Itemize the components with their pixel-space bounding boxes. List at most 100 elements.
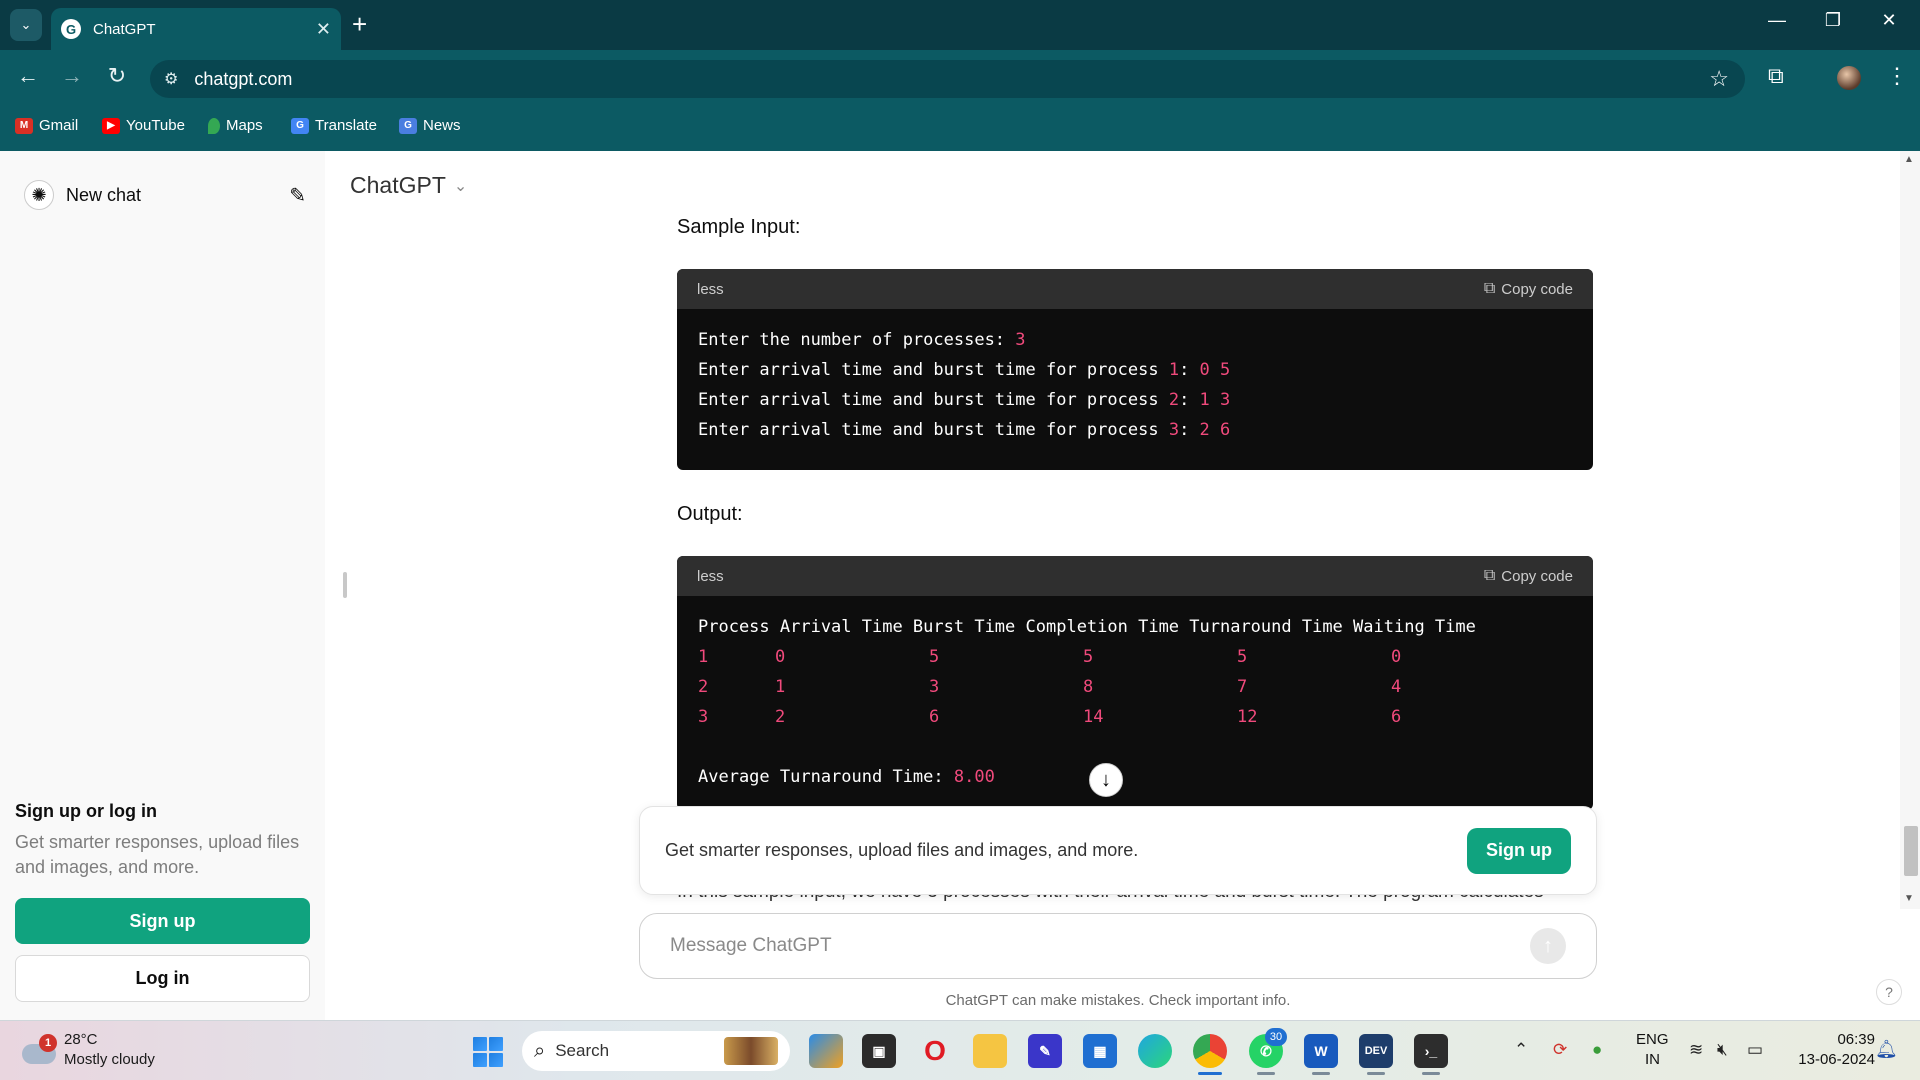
code-language: less: [697, 567, 724, 585]
sync-icon[interactable]: ⟳: [1553, 1040, 1567, 1060]
reload-icon[interactable]: ↻: [101, 63, 133, 89]
chevron-down-icon: ⌄: [453, 177, 468, 195]
tab-search-button[interactable]: ⌄: [10, 9, 42, 41]
bookmarks-bar: [0, 108, 1920, 151]
chatgpt-favicon-icon: G: [61, 19, 81, 39]
search-highlight-image: [724, 1037, 778, 1065]
bookmark-label: Translate: [315, 117, 377, 134]
new-tab-button[interactable]: +: [352, 10, 367, 38]
copy-code-button[interactable]: ⧉ Copy code: [1484, 280, 1573, 298]
new-chat-button[interactable]: ✺ New chat ✎: [24, 176, 306, 214]
code-block-output: less ⧉ Copy code Process Arrival Time Bu…: [677, 556, 1593, 810]
code-language: less: [697, 280, 724, 298]
scrollbar-thumb[interactable]: [1904, 826, 1918, 876]
bookmark-maps[interactable]: Maps: [208, 117, 263, 134]
new-chat-label: New chat: [66, 184, 142, 205]
minimize-icon[interactable]: —: [1762, 10, 1792, 31]
copilot-icon[interactable]: [809, 1034, 843, 1068]
bookmark-gmail[interactable]: M Gmail: [15, 117, 78, 134]
notifications-bell-icon[interactable]: 🔔︎: [1875, 1039, 1898, 1060]
edge-icon[interactable]: [1138, 1034, 1172, 1068]
table-row: 105550: [698, 647, 1402, 667]
bookmark-youtube[interactable]: ▶ YouTube: [102, 117, 185, 134]
signup-prompt-button[interactable]: Sign up: [1467, 827, 1571, 874]
output-heading: Output:: [677, 503, 743, 525]
address-bar[interactable]: ⚙ chatgpt.com ☆: [150, 60, 1745, 98]
table-row: 3 2 6 14 12 6: [698, 707, 1402, 727]
browser-tab[interactable]: G ChatGPT ✕: [51, 8, 341, 50]
forward-icon[interactable]: →: [56, 63, 88, 89]
terminal-icon[interactable]: ›_: [1414, 1034, 1448, 1068]
bookmark-star-icon[interactable]: ☆: [1709, 66, 1729, 92]
scroll-down-arrow-icon[interactable]: ▼: [1904, 893, 1914, 904]
code-content: Enter the number of processes: 3 Enter ar…: [677, 309, 1593, 461]
close-window-icon[interactable]: ✕: [1874, 10, 1904, 31]
show-hidden-icons-chevron-icon[interactable]: ⌃: [1514, 1040, 1528, 1060]
weather-description: Mostly cloudy: [64, 1051, 155, 1068]
disclaimer: ChatGPT can make mistakes. Check importa…: [945, 992, 1291, 1009]
compose-icon[interactable]: ✎: [289, 183, 306, 208]
dev-running-indicator: [1367, 1072, 1385, 1075]
help-button[interactable]: ?: [1876, 979, 1902, 1005]
copy-code-button[interactable]: ⧉ Copy code: [1484, 567, 1573, 585]
code-line: Enter arrival time and burst time for pr…: [698, 420, 1231, 440]
pen-app-icon[interactable]: ✎: [1028, 1034, 1062, 1068]
table-header: Process Arrival Time Burst Time Completi…: [698, 617, 1476, 637]
send-arrow-icon[interactable]: ↑: [1530, 928, 1566, 964]
news-icon: G: [399, 117, 417, 134]
file-explorer-icon[interactable]: [973, 1034, 1007, 1068]
back-icon[interactable]: ←: [12, 63, 44, 89]
translate-icon: G: [291, 117, 309, 134]
weather-widget[interactable]: 1: [22, 1034, 57, 1064]
bookmark-label: Gmail: [39, 117, 79, 134]
start-button[interactable]: [473, 1037, 503, 1067]
message-input[interactable]: [670, 935, 1530, 957]
close-tab-icon[interactable]: ✕: [316, 19, 331, 40]
avatar[interactable]: [1837, 66, 1861, 90]
weather-temperature: 28°C: [64, 1031, 98, 1048]
copy-code-label: Copy code: [1501, 280, 1573, 298]
clock-time[interactable]: 06:39: [1795, 1031, 1875, 1048]
scroll-to-bottom-button[interactable]: ↓: [1089, 763, 1123, 797]
url-text: chatgpt.com: [194, 68, 293, 89]
signup-description: Get smarter responses, upload files and …: [15, 832, 300, 877]
windows-logo-icon: [473, 1037, 487, 1051]
taskbar-search-label: Search: [555, 1041, 610, 1060]
sidebar-login-button[interactable]: Log in: [15, 955, 310, 1002]
extensions-icon[interactable]: ⧉: [1768, 63, 1784, 89]
code-content: Process Arrival Time Burst Time Completi…: [677, 596, 1593, 808]
language-region: IN: [1645, 1051, 1660, 1068]
copy-icon: ⧉: [1483, 280, 1496, 297]
sidebar-signup-button[interactable]: Sign up: [15, 898, 310, 944]
model-selector[interactable]: ChatGPT ⌄: [350, 172, 467, 199]
site-info-icon[interactable]: ⚙: [164, 69, 178, 89]
sidebar: [0, 151, 325, 1020]
chrome-icon[interactable]: [1193, 1034, 1227, 1068]
browser-menu-icon[interactable]: ⋮: [1886, 63, 1908, 89]
sample-input-heading: Sample Input:: [677, 216, 801, 238]
taskbar-search[interactable]: ⌕ Search: [522, 1031, 790, 1071]
clock-date[interactable]: 13-06-2024: [1785, 1051, 1875, 1068]
restore-icon[interactable]: ❐: [1818, 10, 1848, 31]
store-icon[interactable]: ▦: [1083, 1034, 1117, 1068]
word-icon[interactable]: W: [1304, 1034, 1338, 1068]
volume-muted-icon[interactable]: 🔇︎: [1717, 1040, 1728, 1060]
scrollbar[interactable]: [1900, 151, 1920, 909]
gmail-icon: M: [15, 117, 33, 134]
bookmark-news[interactable]: G News: [399, 117, 461, 134]
notification-badge: 1: [39, 1034, 57, 1052]
battery-icon[interactable]: ▭: [1747, 1040, 1763, 1060]
dev-cpp-icon[interactable]: DEV: [1359, 1034, 1393, 1068]
language-indicator[interactable]: ENG: [1636, 1031, 1669, 1048]
app-tray-icon[interactable]: ●: [1592, 1040, 1602, 1060]
bookmark-label: YouTube: [126, 117, 185, 134]
scroll-up-arrow-icon[interactable]: ▲: [1904, 154, 1914, 165]
task-view-icon[interactable]: ▣: [862, 1034, 896, 1068]
sidebar-resize-handle[interactable]: [343, 572, 347, 598]
copy-code-label: Copy code: [1501, 567, 1573, 585]
wifi-icon[interactable]: ≋: [1689, 1040, 1703, 1060]
whatsapp-running-indicator: [1257, 1072, 1275, 1075]
opera-icon[interactable]: O: [918, 1034, 952, 1068]
terminal-running-indicator: [1422, 1072, 1440, 1075]
bookmark-translate[interactable]: G Translate: [291, 117, 377, 134]
